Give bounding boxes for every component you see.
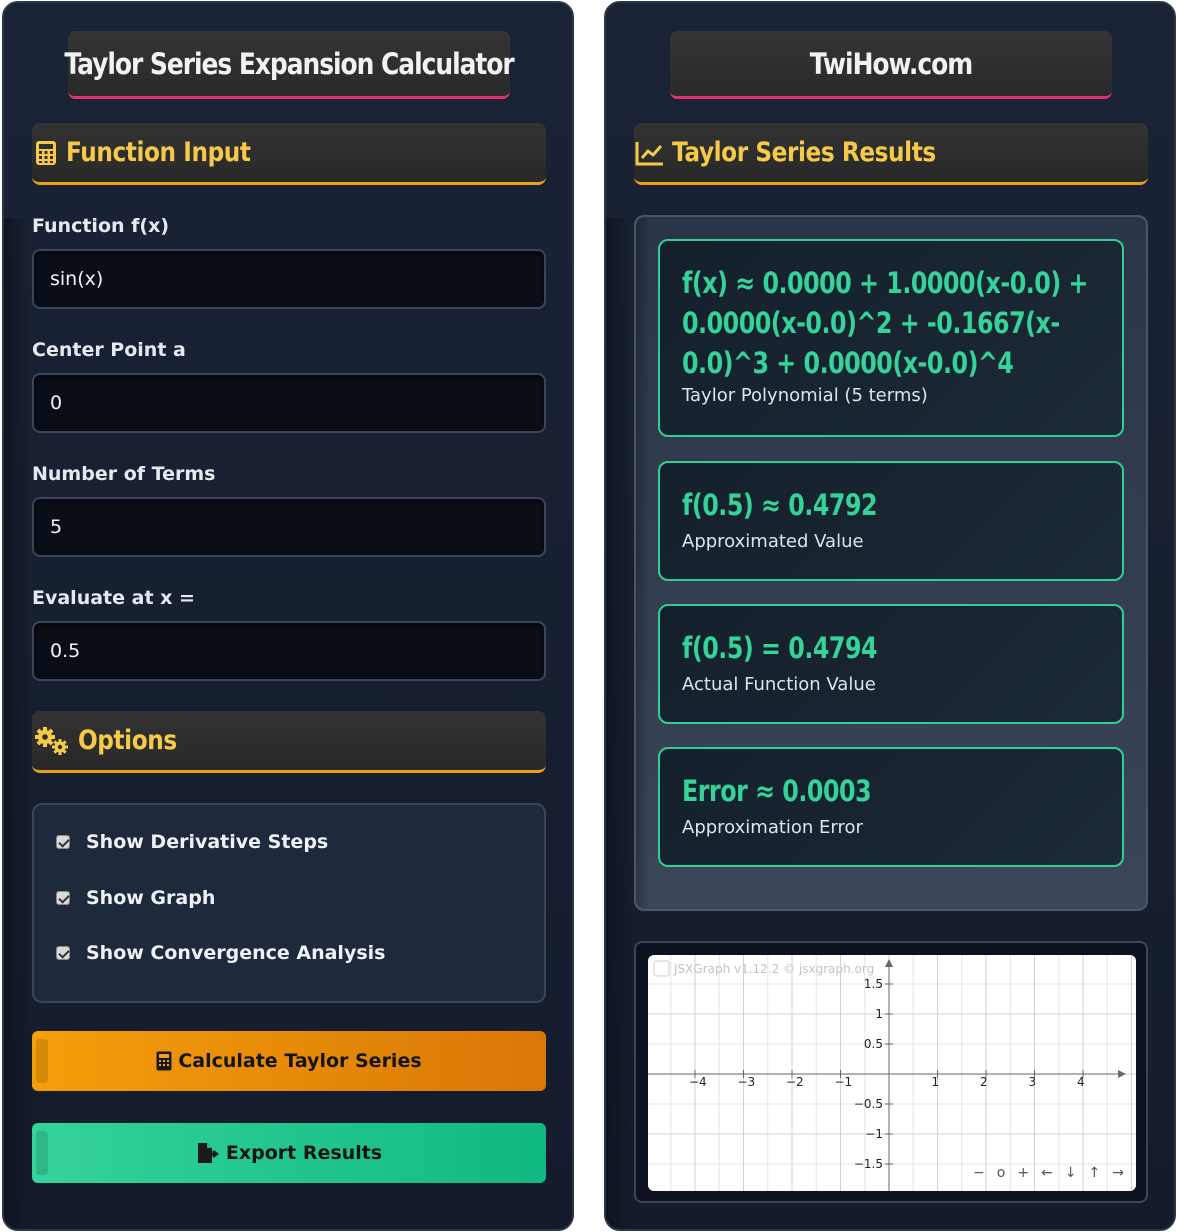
result-card-actual: f(0.5) = 0.4794 Actual Function Value bbox=[658, 604, 1124, 724]
export-button[interactable]: Export Results bbox=[32, 1123, 546, 1183]
function-label: Function f(x) bbox=[32, 215, 170, 237]
file-export-icon bbox=[196, 1142, 220, 1164]
x-tick-label: −4 bbox=[689, 1075, 707, 1089]
pan-right-button[interactable]: → bbox=[1112, 1165, 1124, 1181]
results-panel: TwiHow.com Taylor Series Results f(x) ≈ … bbox=[604, 1, 1176, 1231]
y-tick-label: 1.5 bbox=[864, 977, 883, 991]
x-tick-label: −3 bbox=[738, 1075, 756, 1089]
jsxgraph-board[interactable]: −4 −3 −2 −1 1 2 3 4 1.5 1 0.5 −0.5 −1 −1.5 JSXGraph v1… bbox=[648, 955, 1136, 1191]
x-tick-label: 2 bbox=[980, 1075, 988, 1089]
x-axis-arrow bbox=[1118, 1070, 1126, 1078]
approximation-error-label: Approximation Error bbox=[682, 817, 863, 838]
gears-icon bbox=[32, 726, 72, 755]
zoom-reset-button[interactable]: o bbox=[997, 1165, 1006, 1181]
options-box: Show Derivative Steps Show Graph Show Co… bbox=[32, 803, 546, 1003]
approximated-value: f(0.5) ≈ 0.4792 bbox=[682, 488, 878, 522]
x-tick-label: 3 bbox=[1029, 1075, 1037, 1089]
checkbox-checked[interactable] bbox=[56, 946, 70, 960]
result-card-polynomial: f(x) ≈ 0.0000 + 1.0000(x-0.0) + 0.0000(x… bbox=[658, 239, 1124, 437]
taylor-polynomial-value: f(x) ≈ 0.0000 + 1.0000(x-0.0) + 0.0000(x… bbox=[682, 266, 1088, 380]
function-input[interactable] bbox=[32, 249, 546, 309]
number-of-terms-input[interactable] bbox=[32, 497, 546, 557]
center-point-label: Center Point a bbox=[32, 339, 186, 361]
option-show-graph[interactable]: Show Graph bbox=[56, 887, 215, 909]
center-point-input[interactable] bbox=[32, 373, 546, 433]
taylor-polynomial-label: Taylor Polynomial (5 terms) bbox=[682, 385, 928, 406]
checkbox-checked[interactable] bbox=[56, 891, 70, 905]
graph-navigation: − o + ← ↓ ↑ → bbox=[973, 1165, 1124, 1181]
zoom-in-button[interactable]: + bbox=[1017, 1165, 1029, 1181]
approximation-error-value: Error ≈ 0.0003 bbox=[682, 774, 872, 808]
input-panel: Taylor Series Expansion Calculator Funct… bbox=[2, 1, 574, 1231]
y-tick-label: −1 bbox=[865, 1127, 883, 1141]
y-tick-label: 1 bbox=[875, 1007, 883, 1021]
result-card-approximated: f(0.5) ≈ 0.4792 Approximated Value bbox=[658, 461, 1124, 581]
x-tick-label: −2 bbox=[786, 1075, 804, 1089]
site-title: TwiHow.com bbox=[669, 31, 1113, 99]
panel-edge-shade bbox=[606, 218, 634, 1228]
y-tick-label: −0.5 bbox=[854, 1097, 883, 1111]
graph-svg: −4 −3 −2 −1 1 2 3 41.510.5−0.5−1−1.5JSXGraph v1… bbox=[648, 955, 1136, 1191]
y-axis-arrow bbox=[885, 959, 893, 967]
checkbox-checked[interactable] bbox=[56, 835, 70, 849]
pan-down-button[interactable]: ↓ bbox=[1065, 1165, 1077, 1181]
calculator-icon bbox=[156, 1051, 172, 1071]
calculate-button[interactable]: Calculate Taylor Series bbox=[32, 1031, 546, 1091]
x-tick-label: 4 bbox=[1077, 1075, 1085, 1089]
zoom-out-button[interactable]: − bbox=[973, 1165, 985, 1181]
approximated-value-label: Approximated Value bbox=[682, 531, 864, 552]
options-header: Options bbox=[32, 711, 546, 773]
result-card-error: Error ≈ 0.0003 Approximation Error bbox=[658, 747, 1124, 867]
evaluate-at-label: Evaluate at x = bbox=[32, 587, 195, 609]
pan-left-button[interactable]: ← bbox=[1041, 1165, 1053, 1181]
y-tick-label: 0.5 bbox=[864, 1037, 883, 1051]
graph-container: −4 −3 −2 −1 1 2 3 4 1.5 1 0.5 −0.5 −1 −1.5 JSXGraph v1… bbox=[634, 941, 1148, 1203]
y-tick-label: −1.5 bbox=[854, 1157, 883, 1171]
pan-up-button[interactable]: ↑ bbox=[1089, 1165, 1101, 1181]
function-input-header: Function Input bbox=[32, 123, 546, 185]
results-container: f(x) ≈ 0.0000 + 1.0000(x-0.0) + 0.0000(x… bbox=[634, 215, 1148, 911]
x-tick-label: −1 bbox=[835, 1075, 853, 1089]
panel-edge-shade bbox=[4, 218, 32, 1228]
number-of-terms-label: Number of Terms bbox=[32, 463, 216, 485]
results-header: Taylor Series Results bbox=[634, 123, 1148, 185]
calculator-icon bbox=[32, 139, 60, 167]
jsxgraph-watermark: JSXGraph v1.12.2 © jsxgraph.org bbox=[673, 962, 874, 976]
option-show-convergence-analysis[interactable]: Show Convergence Analysis bbox=[56, 942, 385, 964]
actual-function-value: f(0.5) = 0.4794 bbox=[682, 631, 878, 665]
option-show-derivative-steps[interactable]: Show Derivative Steps bbox=[56, 831, 328, 853]
jsxgraph-logo-icon bbox=[653, 960, 670, 977]
line-chart-icon bbox=[634, 139, 666, 167]
actual-function-value-label: Actual Function Value bbox=[682, 674, 876, 695]
evaluate-at-input[interactable] bbox=[32, 621, 546, 681]
x-tick-label: 1 bbox=[932, 1075, 940, 1089]
app-title: Taylor Series Expansion Calculator bbox=[64, 31, 515, 99]
